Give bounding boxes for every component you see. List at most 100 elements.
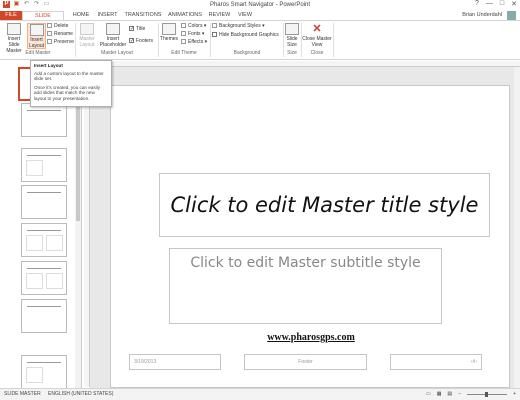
checkbox-icon: [212, 32, 217, 38]
layout-thumbnails-pane: [0, 61, 82, 389]
colors-dropdown[interactable]: Colors ▾: [181, 23, 206, 30]
slide-master-canvas[interactable]: Click to edit Master title style Click t…: [110, 85, 510, 388]
window-controls: ? — □ ✕: [475, 0, 517, 8]
tab-transitions[interactable]: TRANSITIONS: [123, 11, 163, 20]
layout-icon: [29, 24, 44, 36]
effects-dropdown[interactable]: Effects ▾: [181, 39, 207, 46]
tooltip-line: Once it's created, you can easily add sl…: [34, 84, 100, 101]
user-name[interactable]: Brian Underdahl: [462, 12, 502, 18]
insert-placeholder-button[interactable]: Insert Placeholder: [98, 23, 128, 48]
ribbon: Insert Slide Master Insert Layout Delete…: [0, 20, 520, 60]
tab-file[interactable]: FILE: [0, 11, 22, 20]
footers-checkbox[interactable]: ✓ Footers: [129, 38, 153, 45]
slide-scrollbar[interactable]: [514, 67, 520, 388]
divider: [333, 23, 334, 57]
date-placeholder[interactable]: 3/19/2013: [129, 354, 221, 370]
delete-button[interactable]: Delete: [47, 23, 68, 30]
subtitle-placeholder[interactable]: Click to edit Master subtitle style: [169, 248, 442, 324]
rename-icon: [47, 31, 52, 37]
divider: [75, 23, 76, 57]
tooltip-title: Insert Layout: [34, 63, 63, 68]
layout-thumbnail[interactable]: [21, 185, 67, 219]
checkmark-icon: ✓: [129, 26, 135, 33]
zoom-slider[interactable]: [467, 392, 508, 397]
tab-home[interactable]: HOME: [70, 11, 92, 20]
insert-layout-button[interactable]: Insert Layout: [27, 23, 46, 49]
group-close: Close: [310, 50, 324, 56]
background-styles-dropdown[interactable]: Background Styles ▾: [212, 23, 265, 30]
tab-view[interactable]: VIEW: [235, 11, 255, 20]
minimize-icon[interactable]: —: [486, 0, 493, 8]
title-placeholder[interactable]: Click to edit Master title style: [159, 173, 490, 237]
normal-view-icon[interactable]: ▭: [426, 389, 431, 400]
title-bar: P ▣ ↶ ↷ ▭ Pharos Smart Navigator - Power…: [0, 0, 520, 11]
footer-placeholder[interactable]: Footer: [244, 354, 367, 370]
background-styles-icon: [212, 23, 217, 29]
colors-icon: [181, 23, 186, 29]
thumbnails-scrollbar[interactable]: [75, 61, 81, 388]
hide-background-graphics-label: Hide Background Graphics: [219, 32, 279, 38]
avatar[interactable]: [507, 11, 516, 20]
effects-icon: [181, 39, 186, 45]
language-indicator[interactable]: ENGLISH (UNITED STATES): [48, 389, 113, 400]
tab-insert[interactable]: INSERT: [95, 11, 120, 20]
themes-button[interactable]: Themes: [159, 23, 179, 42]
slide-size-label: Slide Size: [286, 36, 298, 48]
tab-slide-master[interactable]: SLIDE MASTER: [22, 11, 64, 28]
title-checkbox[interactable]: ✓ Title: [129, 26, 145, 33]
insert-layout-tooltip: Insert Layout Add a custom layout to the…: [30, 60, 112, 107]
ribbon-tabs: FILE SLIDE MASTER HOME INSERT TRANSITION…: [0, 11, 520, 28]
window-title: Pharos Smart Navigator - PowerPoint: [209, 2, 311, 8]
group-edit-master: Edit Master: [25, 50, 51, 56]
group-master-layout: Master Layout: [101, 50, 133, 56]
zoom-out-icon[interactable]: −: [458, 389, 461, 400]
checkmark-icon: ✓: [129, 38, 135, 45]
reading-view-icon[interactable]: ▤: [447, 389, 452, 400]
divider: [210, 23, 211, 57]
slide-sorter-icon[interactable]: ▦: [437, 389, 442, 400]
tab-animations[interactable]: ANIMATIONS: [166, 11, 204, 20]
placeholder-icon: [106, 23, 120, 35]
layout-thumbnail[interactable]: [21, 355, 67, 389]
group-edit-theme: Edit Theme: [171, 50, 197, 56]
preserve-label: Preserve: [54, 39, 75, 45]
tab-review[interactable]: REVIEW: [207, 11, 232, 20]
layout-thumbnail[interactable]: [21, 103, 67, 137]
master-layout-label: Master Layout: [79, 36, 95, 48]
insert-layout-label: Insert Layout: [28, 37, 44, 49]
slide-master-icon: [7, 23, 21, 35]
layout-thumbnail[interactable]: [21, 223, 67, 257]
layout-thumbnail[interactable]: [21, 261, 67, 295]
preserve-icon: [47, 39, 52, 45]
delete-label: Delete: [54, 23, 69, 29]
view-controls: ▭ ▦ ▤ − +: [426, 389, 516, 400]
master-layout-icon: [80, 23, 94, 35]
maximize-icon[interactable]: □: [500, 0, 504, 8]
view-indicator: SLIDE MASTER: [4, 391, 41, 397]
master-layout-button[interactable]: Master Layout: [77, 23, 97, 48]
layout-thumbnail[interactable]: [21, 299, 67, 333]
close-master-view-label: Close Master View: [302, 36, 332, 48]
zoom-slider-handle[interactable]: [485, 392, 489, 397]
close-master-view-button[interactable]: ✕ Close Master View: [302, 23, 332, 48]
page-number-placeholder[interactable]: ‹#›: [390, 354, 482, 370]
rename-button[interactable]: Rename: [47, 31, 73, 38]
close-icon: ✕: [310, 23, 324, 35]
delete-icon: [47, 23, 52, 29]
preserve-button[interactable]: Preserve: [47, 39, 74, 46]
hide-background-graphics-checkbox[interactable]: Hide Background Graphics: [212, 32, 279, 39]
group-background: Background: [233, 50, 261, 56]
scroll-thumb[interactable]: [76, 91, 80, 221]
help-icon[interactable]: ?: [475, 0, 479, 8]
group-size: Size: [287, 50, 297, 56]
tooltip-line: Add a custom layout to the master slide …: [34, 70, 104, 82]
fonts-dropdown[interactable]: Fonts ▾: [181, 31, 204, 38]
title-checkbox-label: Title: [136, 26, 146, 32]
layout-thumbnail[interactable]: [21, 148, 67, 182]
zoom-in-icon[interactable]: +: [513, 389, 516, 400]
close-window-icon[interactable]: ✕: [511, 0, 517, 8]
website-text[interactable]: www.pharosgps.com: [111, 332, 511, 343]
insert-placeholder-label: Insert Placeholder: [99, 36, 127, 48]
status-bar: SLIDE MASTER ENGLISH (UNITED STATES) ▭ ▦…: [0, 388, 520, 400]
slide-size-button[interactable]: Slide Size: [284, 23, 300, 48]
